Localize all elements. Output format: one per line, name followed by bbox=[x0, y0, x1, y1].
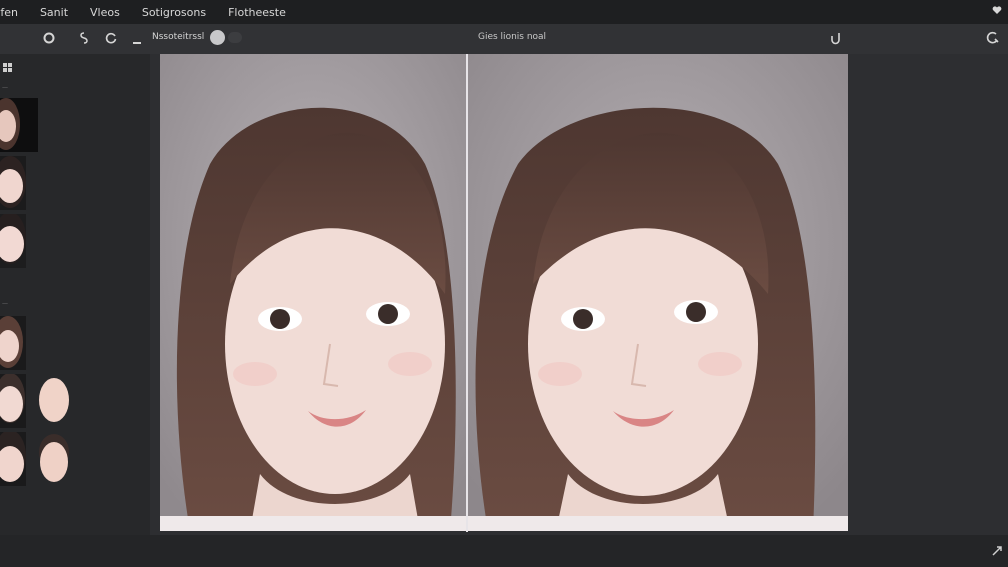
reset-icon[interactable] bbox=[104, 31, 118, 48]
thumbnail-7[interactable] bbox=[0, 432, 26, 486]
minus-icon[interactable] bbox=[133, 37, 141, 48]
pen-tool-icon[interactable] bbox=[78, 31, 90, 48]
menu-edit[interactable]: Sanit bbox=[40, 6, 68, 19]
portrait-after bbox=[468, 54, 848, 531]
compare-divider-handle[interactable] bbox=[466, 54, 468, 532]
portrait-before bbox=[160, 54, 466, 531]
grid-icon[interactable] bbox=[3, 58, 13, 77]
thumbnail-1[interactable] bbox=[0, 98, 38, 152]
document-title: Gies lionis noal bbox=[478, 32, 547, 42]
thumbnail-6[interactable] bbox=[38, 374, 70, 428]
heart-icon[interactable] bbox=[992, 5, 1002, 18]
menu-features[interactable]: Flotheeste bbox=[228, 6, 286, 19]
canvas-area[interactable] bbox=[150, 54, 1008, 535]
thumbnail-8[interactable] bbox=[38, 432, 70, 486]
brush-size-slider-track[interactable] bbox=[228, 32, 242, 43]
menu-view[interactable]: Vleos bbox=[90, 6, 120, 19]
toolbar: Nssoteitrssl Gies lionis noal bbox=[0, 24, 1008, 55]
expand-icon[interactable] bbox=[992, 546, 1002, 559]
left-panel: — — bbox=[0, 54, 150, 567]
brush-size-label: Nssoteitrssl bbox=[152, 32, 205, 42]
section-divider: — bbox=[2, 300, 8, 307]
brush-size-slider-knob[interactable] bbox=[210, 30, 225, 45]
thumbnail-2[interactable] bbox=[0, 156, 26, 210]
section-divider: — bbox=[2, 84, 8, 91]
thumbnail-3[interactable] bbox=[0, 214, 26, 268]
menu-categories[interactable]: Sotigrosons bbox=[142, 6, 206, 19]
undo-icon[interactable] bbox=[829, 30, 843, 49]
status-bar bbox=[0, 535, 1008, 567]
redo-icon[interactable] bbox=[984, 31, 1000, 48]
thumbnail-4[interactable] bbox=[0, 316, 26, 370]
thumbnail-5[interactable] bbox=[0, 374, 26, 428]
menu-bar: Ffen Sanit Vleos Sotigrosons Flotheeste bbox=[0, 0, 1008, 24]
lasso-icon[interactable] bbox=[42, 31, 56, 48]
menu-file[interactable]: Ffen bbox=[0, 6, 18, 19]
